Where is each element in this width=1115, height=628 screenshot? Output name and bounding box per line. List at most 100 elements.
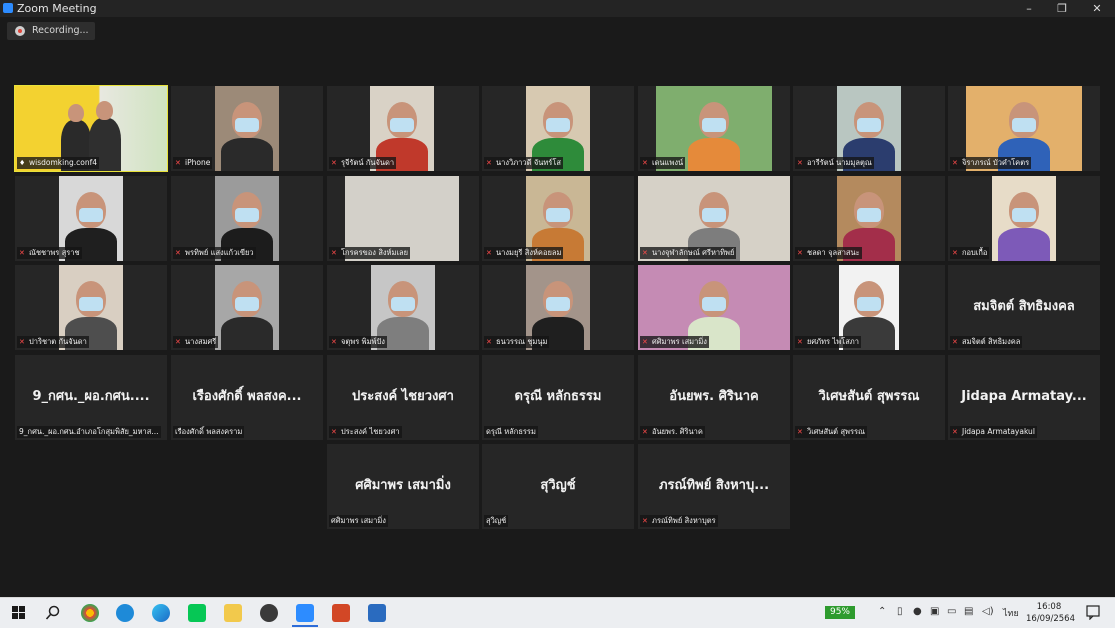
participant-tile[interactable]: ภรณ์ทิพย์ สิงหาบุ... ✕ ภรณ์ทิพย์ สิงหาบุตร — [638, 444, 790, 529]
participant-name: ประสงค์ ไชยวงศา — [341, 427, 400, 436]
participant-tile[interactable]: ✕ เดนแพงน์ — [638, 86, 790, 171]
participant-tile[interactable]: ประสงค์ ไชยวงศา ✕ ประสงค์ ไชยวงศา — [327, 355, 479, 440]
participant-tile[interactable]: ✕ โกรครของ สิงห์มเลย — [327, 176, 479, 261]
participant-name: iPhone — [185, 158, 211, 167]
speaker-icon[interactable]: ◁) — [982, 606, 994, 617]
participant-name-label: ✕ นางจุฬาลักษณ์ ศรีหาทิพย์ — [640, 247, 737, 259]
participant-tile[interactable]: ✕ นางวิภาวดี จันทร์โส — [482, 86, 634, 171]
photos-icon[interactable] — [368, 604, 386, 622]
participant-name: อันยพร. ศิรินาค — [652, 427, 703, 436]
powerpoint-icon[interactable] — [332, 604, 350, 622]
participant-name-label: ดรุณี หลักธรรม — [484, 426, 538, 438]
participant-tile[interactable]: ✕ ธนวรรณ ชุมนุม — [482, 265, 634, 350]
muted-mic-icon: ✕ — [642, 338, 648, 346]
participant-name: รุจีรัตน์ กันจันดา — [341, 158, 395, 167]
participant-tile[interactable]: ✕ ปาริชาต กันจันดา — [15, 265, 167, 350]
obs-icon[interactable] — [260, 604, 278, 622]
participant-tile[interactable]: เรืองศักดิ์ พลสงค... เรืองศักดิ์ พลสงคราม — [171, 355, 323, 440]
language-indicator[interactable]: ไทย — [1003, 606, 1019, 620]
participant-tile[interactable]: ✕ รุจีรัตน์ กันจันดา — [327, 86, 479, 171]
participant-name-label: 9_กศน._ผอ.กศน.อำเภอโกสุมพิสัย_มหาส... — [17, 426, 161, 438]
participant-tile[interactable]: ✕ อารีรัตน์ นามมุลตุณ — [793, 86, 945, 171]
network-icon[interactable]: ▤ — [964, 606, 973, 617]
participant-display-name: ประสงค์ ไชยวงศา — [352, 389, 454, 404]
muted-mic-icon: ✕ — [797, 249, 803, 257]
clock-time: 16:08 — [1036, 602, 1062, 612]
participant-display-name: Jidapa Armatay... — [961, 389, 1087, 404]
muted-mic-icon: ✕ — [642, 428, 648, 436]
participant-tile[interactable]: วิเศษสันต์ สุพรรณ ✕ วิเศษสันต์ สุพรรณ — [793, 355, 945, 440]
line-icon[interactable] — [188, 604, 206, 622]
participant-tile[interactable]: ศศิมาพร เสมามิ่ง ศศิมาพร เสมามิ่ง — [327, 444, 479, 529]
chrome-icon[interactable] — [81, 604, 99, 622]
participant-tile[interactable]: ✕ นางสมศรี — [171, 265, 323, 350]
participant-tile[interactable]: ✕ ศศิมาพร เสมามิ่ง — [638, 265, 790, 350]
participant-name-label: ✕ ยศภัทร ไพโสภา — [795, 336, 861, 348]
muted-mic-icon: ✕ — [19, 249, 25, 257]
clock[interactable]: 16:08 16/09/2564 — [1026, 601, 1075, 625]
microphone-icon[interactable]: ● — [913, 606, 922, 617]
participant-name-label: ✕ นางมยุรี สิงห์คอยลม — [484, 247, 564, 259]
participant-name: ณัชชาพร สุราช — [29, 248, 80, 257]
participant-tile[interactable]: สมจิตต์ สิทธิมงคล ✕ สมจิตต์ สิทธิมงคล — [948, 265, 1100, 350]
participant-tile[interactable]: ✕ จิราภรณ์ บัวคำโคตร — [948, 86, 1100, 171]
participant-name: จิราภรณ์ บัวคำโคตร — [962, 158, 1030, 167]
participant-tile[interactable]: ✕ ชลดา จุลสาสนะ — [793, 176, 945, 261]
participant-tile[interactable]: ✕ พรทิพย์ แสงแก้วเขียว — [171, 176, 323, 261]
participant-tile[interactable]: ✕ นางมยุรี สิงห์คอยลม — [482, 176, 634, 261]
participant-name-label: ✕ iPhone — [173, 157, 213, 169]
muted-mic-icon: ✕ — [642, 517, 648, 525]
muted-mic-icon: ✕ — [952, 249, 958, 257]
participant-tile[interactable]: อันยพร. ศิรินาค ✕ อันยพร. ศิรินาค — [638, 355, 790, 440]
participant-name-label: ✕ ชลดา จุลสาสนะ — [795, 247, 862, 259]
participant-name: นางสมศรี — [185, 337, 217, 346]
battery-indicator[interactable]: 95% — [825, 606, 855, 619]
participant-tile[interactable]: ✕ ยศภัทร ไพโสภา — [793, 265, 945, 350]
muted-mic-icon: ✕ — [642, 159, 648, 167]
file-explorer-icon[interactable] — [224, 604, 242, 622]
participant-name: 9_กศน._ผอ.กศน.อำเภอโกสุมพิสัย_มหาส... — [19, 427, 159, 436]
chevron-up-icon[interactable]: ⌃ — [878, 606, 886, 617]
muted-mic-icon: ✕ — [331, 249, 337, 257]
muted-mic-icon: ✕ — [486, 249, 492, 257]
participant-tile[interactable]: ✕ จตุพร พิมพ์ปัง — [327, 265, 479, 350]
participant-name: นางจุฬาลักษณ์ ศรีหาทิพย์ — [652, 248, 735, 257]
battery-icon[interactable]: ▭ — [947, 606, 956, 617]
participant-name: โกรครของ สิงห์มเลย — [341, 248, 409, 257]
participant-tile[interactable]: Jidapa Armatay... ✕ Jidapa Armatayakul — [948, 355, 1100, 440]
participant-tile[interactable]: ✕ นางจุฬาลักษณ์ ศรีหาทิพย์ — [638, 176, 790, 261]
participant-display-name: เรืองศักดิ์ พลสงค... — [192, 389, 302, 404]
edge-icon[interactable] — [152, 604, 170, 622]
participant-tile[interactable]: 9_กศน._ผอ.กศน.... 9_กศน._ผอ.กศน.อำเภอโกสุ… — [15, 355, 167, 440]
participant-video — [215, 86, 279, 171]
participant-tile[interactable]: ✕ ณัชชาพร สุราช — [15, 176, 167, 261]
participant-tile[interactable]: ♦ wisdomking.conf4 — [14, 85, 168, 172]
zoom-taskbar-icon[interactable] — [292, 604, 318, 627]
participant-name-label: ✕ ปาริชาต กันจันดา — [17, 336, 89, 348]
participant-name-label: ✕ วิเศษสันต์ สุพรรณ — [795, 426, 867, 438]
participant-name: ศศิมาพร เสมามิ่ง — [652, 337, 707, 346]
camera-icon[interactable]: ▣ — [930, 606, 939, 617]
participant-tile[interactable]: ดรุณี หลักธรรม ดรุณี หลักธรรม — [482, 355, 634, 440]
participant-name: สุวิญช์ — [486, 516, 507, 525]
internet-explorer-icon[interactable] — [116, 604, 134, 622]
participant-tile[interactable]: สุวิญช์ สุวิญช์ — [482, 444, 634, 529]
participant-name-label: ✕ ธนวรรณ ชุมนุม — [484, 336, 550, 348]
search-icon[interactable] — [44, 604, 62, 622]
notification-icon[interactable] — [1085, 604, 1103, 622]
participant-video — [215, 265, 279, 350]
gallery-view: ♦ wisdomking.conf4 ✕ iPhone ✕ รุจีรัตน์ กันจั… — [0, 0, 1115, 597]
mic-icon: ♦ — [19, 159, 26, 167]
muted-mic-icon: ✕ — [642, 249, 648, 257]
participant-display-name: สมจิตต์ สิทธิมงคล — [973, 299, 1075, 314]
participant-name: ศศิมาพร เสมามิ่ง — [331, 516, 386, 525]
participant-display-name: อันยพร. ศิรินาค — [669, 389, 759, 404]
windows-start-icon[interactable] — [10, 604, 28, 622]
usb-icon[interactable]: ▯ — [897, 606, 903, 617]
participant-name-label: สุวิญช์ — [484, 515, 509, 527]
participant-tile[interactable]: ✕ กอบเกื้อ — [948, 176, 1100, 261]
participant-name: กอบเกื้อ — [962, 248, 988, 257]
participant-name-label: ✕ ณัชชาพร สุราช — [17, 247, 82, 259]
participant-tile[interactable]: ✕ iPhone — [171, 86, 323, 171]
muted-mic-icon: ✕ — [331, 428, 337, 436]
